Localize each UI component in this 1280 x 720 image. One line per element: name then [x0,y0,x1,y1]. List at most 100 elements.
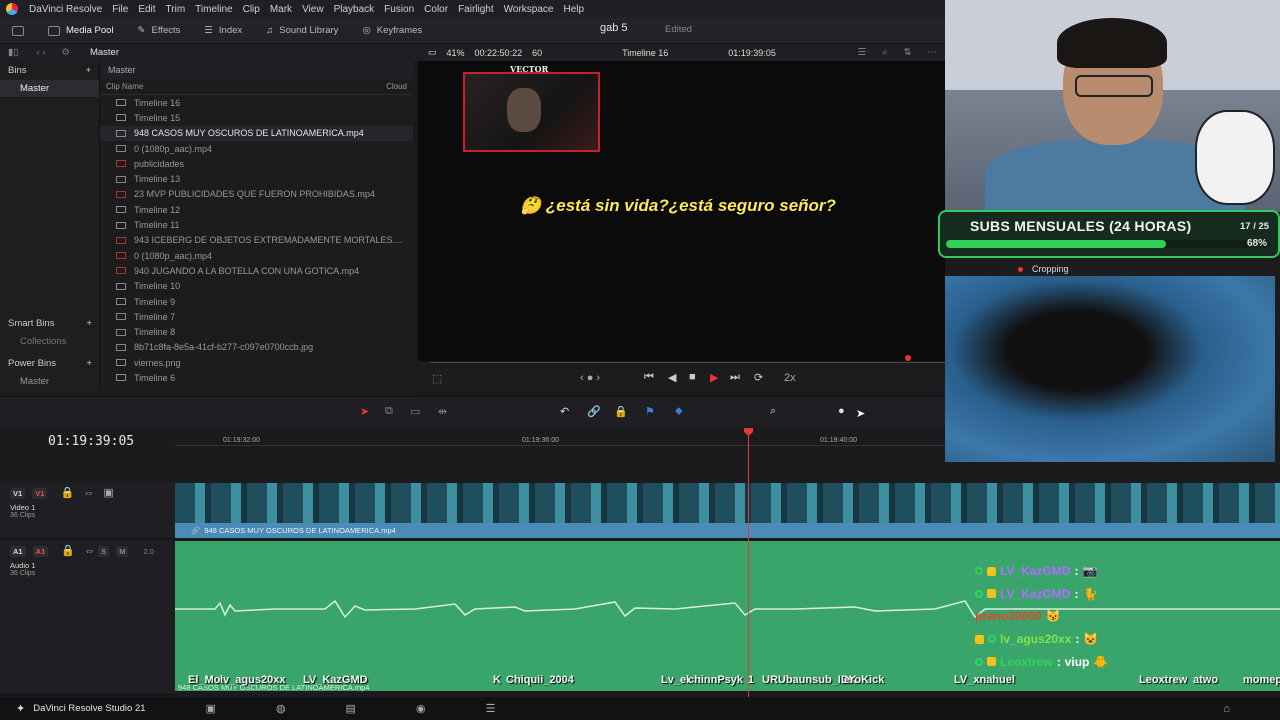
clip-row[interactable]: viernes.png [100,355,413,370]
playback-speed[interactable]: 2x [784,372,796,384]
scrub-playhead[interactable] [905,355,911,361]
taskbar-app-icon[interactable]: ▣ [206,702,216,715]
menu-fairlight[interactable]: Fairlight [453,4,499,15]
clip-row[interactable]: Timeline 6 [100,370,413,385]
smart-bins-header[interactable]: Smart Bins + [0,314,100,333]
collections-item[interactable]: Collections [0,333,100,350]
blade-tool-icon[interactable]: ▭ [410,405,420,418]
add-power-bin-icon[interactable]: + [86,358,92,369]
power-bin-master[interactable]: Master [0,373,100,390]
menu-fusion[interactable]: Fusion [379,4,419,15]
menu-clip[interactable]: Clip [238,4,265,15]
clip-row[interactable]: 948 CASOS MUY OSCUROS DE LATINOAMERICA.m… [100,125,413,141]
snapping-icon[interactable]: ↶ [560,405,569,418]
track-lock-icon[interactable]: 🔒 [61,487,75,499]
clip-row[interactable]: Timeline 15 [100,110,413,125]
keyframes-button[interactable]: ◎ Keyframes [350,18,434,44]
taskbar-app-icon[interactable]: ◉ [416,702,426,715]
video-clip-thumbnails[interactable] [175,483,1280,523]
column-cloud[interactable]: Cloud [386,82,407,91]
menu-workspace[interactable]: Workspace [499,4,559,15]
scrub-bar[interactable] [430,362,945,363]
a1-dest-tag[interactable]: A1 [32,546,49,557]
power-bins-header[interactable]: Power Bins + [0,354,100,373]
add-smart-bin-icon[interactable]: + [86,318,92,329]
menu-trim[interactable]: Trim [161,4,191,15]
viewer-layout-icon[interactable]: ▭ [428,47,437,58]
taskbar-app-name[interactable]: DaVinci Resolve Studio 21 [33,703,145,714]
flag-icon[interactable]: ⚑ [645,405,655,418]
skip-start-icon[interactable]: ⏮ [644,371,654,384]
selection-tool-icon[interactable]: ➤ [360,405,369,418]
marker-icon[interactable]: ⬥ [675,405,683,418]
menu-mark[interactable]: Mark [265,4,297,15]
clip-row[interactable]: 943 ICEBERG DE OBJETOS EXTREMADAMENTE MO… [100,233,413,248]
taskbar-app-icon[interactable]: ☰ [486,702,496,715]
play-reverse-icon[interactable]: ◀ [668,371,676,384]
clip-row[interactable]: 940 JUGANDO A LA BOTELLA CON UNA GOTICA.… [100,263,413,278]
auto-select-icon[interactable]: ⇔ [84,545,95,557]
play-icon[interactable]: ▶ [710,371,718,384]
timeline-name[interactable]: Timeline 16 [622,48,668,58]
clip-row[interactable]: 23 MVP PUBLICIDADES QUE FUERON PROHIBIDA… [100,187,413,202]
crop-tool-icon[interactable]: ⬚ [432,372,442,385]
auto-select-icon[interactable]: ⇔ [83,487,94,499]
menu-app[interactable]: DaVinci Resolve [24,4,107,15]
clip-row[interactable]: Timeline 9 [100,294,413,309]
menu-edit[interactable]: Edit [133,4,160,15]
menu-playback[interactable]: Playback [329,4,380,15]
clip-row[interactable]: Timeline 13 [100,171,413,186]
zoom-level[interactable]: 41% [447,48,465,58]
back-icon[interactable]: ‹ › [26,47,55,58]
track-visibility-icon[interactable]: ▣ [103,487,113,499]
bin-master[interactable]: Master [0,80,99,97]
link-icon[interactable]: 🔗 [587,405,601,418]
solo-button[interactable]: S [98,546,110,557]
add-bin-icon[interactable]: + [85,65,91,76]
trim-tool-icon[interactable]: ⧉ [385,405,393,418]
v1-dest-tag[interactable]: V1 [32,488,48,499]
sidebar-toggle-icon[interactable]: ▮▯ [0,47,26,58]
jog-icon[interactable]: ‹ ● › [580,372,600,384]
clip-row[interactable]: Timeline 12 [100,202,413,217]
clip-row[interactable]: publicidades [100,156,413,171]
taskbar-app-icon[interactable]: ▤ [346,702,356,715]
clip-row[interactable]: Timeline 11 [100,217,413,232]
clip-row[interactable]: Timeline 7 [100,309,413,324]
a1-source-tag[interactable]: A1 [10,546,26,557]
clip-row[interactable]: Timeline 10 [100,279,413,294]
taskbar-app-icon[interactable]: ◍ [276,702,286,715]
clip-row[interactable]: 0 (1080p_aac).mp4 [100,248,413,263]
sound-library-button[interactable]: ♫ Sound Library [254,18,350,44]
effects-button[interactable]: ✎ Effects [126,18,193,44]
menu-help[interactable]: Help [558,4,589,15]
clip-row[interactable]: 0 (1080p_aac).mp4 [100,141,413,156]
menu-timeline[interactable]: Timeline [190,4,237,15]
mute-button[interactable]: M [116,546,129,557]
home-icon[interactable]: ⌂ [1223,703,1230,715]
zoom-icon[interactable]: ⌕ [770,405,776,418]
column-clip-name[interactable]: Clip Name [106,82,143,91]
media-pool-button[interactable]: Media Pool [36,18,126,44]
panel-toggle-button[interactable] [0,18,36,44]
skip-end-icon[interactable]: ⏭ [730,371,740,384]
loop-icon[interactable]: ⟳ [754,371,763,384]
track-lock-icon[interactable]: 🔒 [61,545,75,557]
playhead-line[interactable] [748,430,749,698]
v1-source-tag[interactable]: V1 [10,488,26,499]
resolve-taskbar-icon[interactable]: ✦ [16,702,25,715]
lock-icon[interactable]: 🔒 [614,405,628,418]
stop-icon[interactable]: ■ [689,371,696,383]
clip-row[interactable]: Timeline 8 [100,324,413,339]
video-clip-label[interactable]: 🔗 948 CASOS MUY OSCUROS DE LATINOAMERICA.… [175,523,1280,538]
index-button[interactable]: ☰ Index [192,18,254,44]
clip-row[interactable]: 8b71c8fa-8e5a-41cf-b277-c097e0700ccb.jpg [100,340,413,355]
dynamic-trim-icon[interactable]: ⇹ [438,405,447,418]
settings-icon[interactable]: ⚙ [55,47,76,58]
menu-view[interactable]: View [297,4,329,15]
menu-file[interactable]: File [107,4,133,15]
clip-name: Timeline 13 [134,174,181,185]
menu-color[interactable]: Color [419,4,453,15]
clip-row[interactable]: Timeline 16 [100,95,413,110]
zoom-slider-knob[interactable]: ● [838,405,845,417]
